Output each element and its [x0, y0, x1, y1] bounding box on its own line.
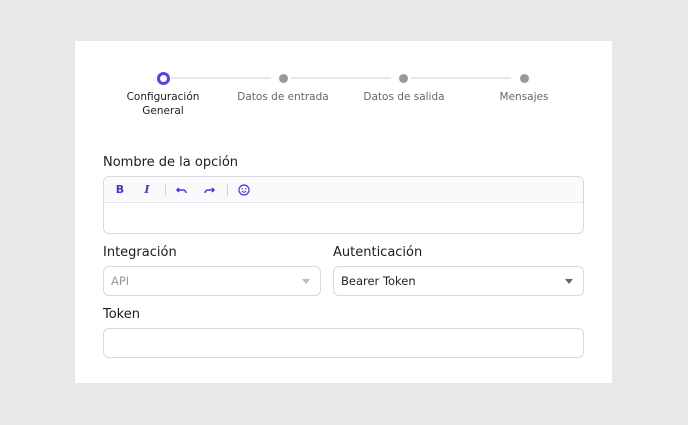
- form-card: Configuración General Datos de entrada D…: [75, 41, 612, 383]
- redo-button[interactable]: [200, 181, 218, 199]
- emoji-button[interactable]: [235, 181, 253, 199]
- option-name-label: Nombre de la opción: [103, 155, 239, 170]
- step-label-datos-entrada[interactable]: Datos de entrada: [233, 90, 333, 104]
- bold-button[interactable]: B: [111, 181, 129, 199]
- token-label: Token: [103, 307, 140, 322]
- option-name-input[interactable]: [104, 203, 583, 233]
- editor-toolbar: B I: [104, 177, 583, 203]
- toolbar-separator: [165, 184, 166, 196]
- step-label-mensajes[interactable]: Mensajes: [484, 90, 564, 104]
- step-connector: [171, 77, 271, 79]
- step-connector: [411, 77, 511, 79]
- integration-label: Integración: [103, 245, 177, 260]
- redo-icon: [204, 187, 216, 194]
- option-name-editor: B I: [103, 176, 584, 234]
- step-label-configuracion-general[interactable]: Configuración General: [123, 90, 203, 118]
- chevron-down-icon: [565, 279, 573, 284]
- authentication-label: Autenticación: [333, 245, 423, 260]
- step-indicator-datos-entrada[interactable]: [278, 73, 288, 83]
- toolbar-separator: [227, 184, 228, 196]
- undo-button[interactable]: [173, 181, 191, 199]
- integration-value: API: [111, 274, 130, 288]
- chevron-down-icon: [302, 279, 310, 284]
- emoji-icon: [238, 184, 250, 196]
- step-connector: [291, 77, 391, 79]
- step-indicator-datos-salida[interactable]: [398, 73, 408, 83]
- stepper: Configuración General Datos de entrada D…: [75, 41, 612, 131]
- step-label-datos-salida[interactable]: Datos de salida: [354, 90, 454, 104]
- integration-select[interactable]: API: [103, 266, 321, 296]
- step-indicator-configuracion-general[interactable]: [156, 71, 170, 85]
- authentication-value: Bearer Token: [341, 274, 416, 288]
- italic-button[interactable]: I: [138, 181, 156, 199]
- authentication-select[interactable]: Bearer Token: [333, 266, 584, 296]
- step-indicator-mensajes[interactable]: [519, 73, 529, 83]
- token-input[interactable]: [103, 328, 584, 358]
- undo-icon: [175, 187, 187, 194]
